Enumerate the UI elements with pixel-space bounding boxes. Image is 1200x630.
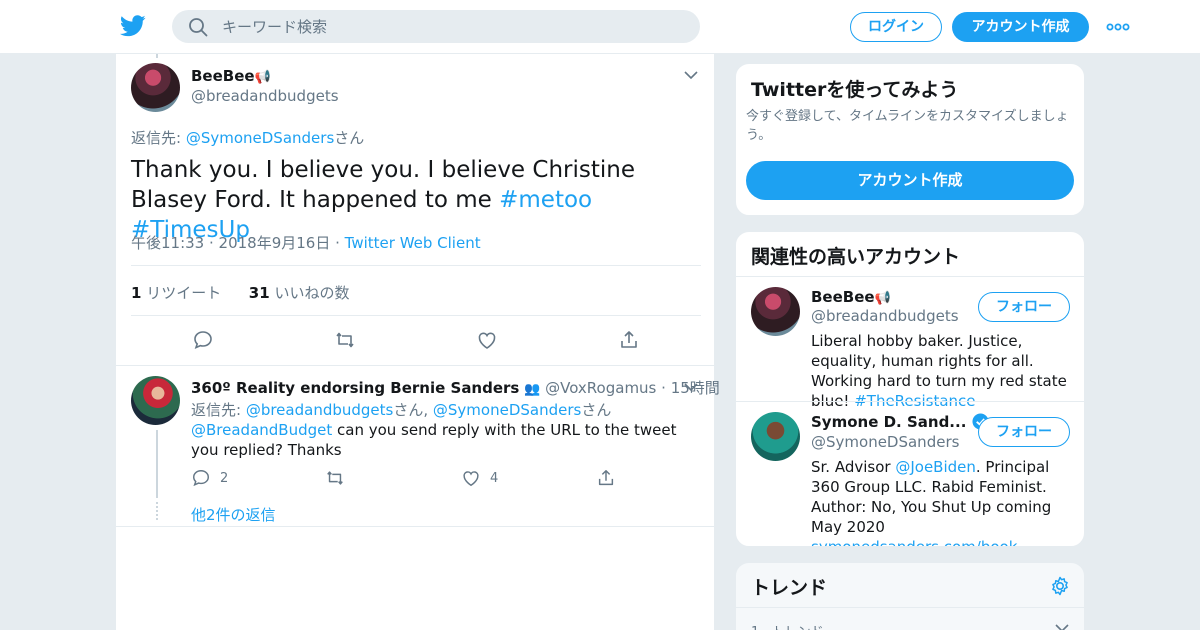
- reply-header: 360º Reality endorsing Bernie Sanders 👥 …: [191, 379, 720, 397]
- follow-button[interactable]: フォロー: [978, 417, 1070, 447]
- like-count[interactable]: 31: [249, 284, 270, 302]
- retweet-icon[interactable]: [334, 329, 356, 351]
- tweet-timestamp: 午後11:33 · 2018年9月16日 · Twitter Web Clien…: [131, 234, 481, 252]
- mention-link[interactable]: @BreadandBudget: [191, 421, 332, 439]
- chevron-down-icon[interactable]: [1055, 623, 1069, 630]
- trends-card: トレンド 1 · トレンド: [735, 562, 1085, 630]
- top-bar: ログイン アカウント作成: [0, 0, 1200, 54]
- retweet-label[interactable]: リツイート: [146, 284, 221, 302]
- megaphone-icon: 📢: [874, 291, 891, 306]
- avatar[interactable]: [751, 412, 800, 461]
- reply-to-line: 返信先: @breadandbudgetsさん, @SymoneDSanders…: [191, 401, 612, 419]
- search-icon: [189, 18, 208, 37]
- tweet-stats: 1 リツイート 31 いいねの数: [131, 282, 349, 303]
- reply-text: @BreadandBudget can you send reply with …: [191, 421, 677, 459]
- reply-icon[interactable]: [191, 468, 211, 488]
- divider: [736, 276, 1084, 277]
- divider: [131, 315, 701, 316]
- people-icon: 👥: [524, 382, 541, 397]
- signup-card-button[interactable]: アカウント作成: [746, 161, 1074, 200]
- reply-icon[interactable]: [192, 329, 214, 351]
- related-accounts-card: 関連性の高いアカウント BeeBee📢 @breadandbudgets フォロ…: [735, 231, 1085, 547]
- like-count[interactable]: 4: [490, 471, 498, 486]
- avatar[interactable]: [131, 376, 180, 425]
- share-icon[interactable]: [618, 329, 640, 351]
- chevron-down-icon[interactable]: [684, 70, 698, 80]
- like-icon[interactable]: [476, 329, 498, 351]
- share-icon[interactable]: [596, 468, 616, 488]
- reply-to-mention[interactable]: @breadandbudgets: [246, 401, 394, 419]
- more-replies-link[interactable]: 他2件の返信: [191, 504, 276, 525]
- twitter-logo-icon[interactable]: [120, 14, 146, 38]
- client-link[interactable]: Twitter Web Client: [345, 234, 481, 252]
- retweet-icon[interactable]: [325, 468, 345, 488]
- divider: [131, 265, 701, 266]
- search-input[interactable]: [222, 10, 682, 43]
- account-name[interactable]: BeeBee📢: [811, 288, 891, 306]
- thread-dots: [156, 502, 158, 520]
- signup-card: Twitterを使ってみよう 今すぐ登録して、タイムラインをカスタマイズしましょ…: [735, 63, 1085, 216]
- reply-tweet[interactable]: 360º Reality endorsing Bernie Sanders 👥 …: [116, 365, 720, 527]
- like-label[interactable]: いいねの数: [274, 284, 349, 302]
- reply-to-mention[interactable]: @SymoneDSanders: [186, 129, 334, 147]
- signup-card-title: Twitterを使ってみよう: [751, 79, 959, 101]
- thread-line: [156, 54, 158, 58]
- like-icon[interactable]: [461, 468, 481, 488]
- divider: [736, 607, 1084, 608]
- reply-count[interactable]: 2: [220, 471, 228, 486]
- search-box[interactable]: [172, 10, 700, 43]
- hashtag-link[interactable]: #metoo: [499, 187, 592, 213]
- megaphone-icon: 📢: [254, 70, 271, 85]
- reply-to-mention[interactable]: @SymoneDSanders: [433, 401, 581, 419]
- bio-website-link[interactable]: symonedsanders.com/book: [811, 538, 1017, 546]
- thread-line: [156, 430, 158, 498]
- chevron-down-icon[interactable]: [684, 382, 698, 392]
- retweet-count[interactable]: 1: [131, 284, 141, 302]
- trends-title: トレンド: [751, 577, 828, 599]
- account-bio: Sr. Advisor @JoeBiden. Principal 360 Gro…: [811, 457, 1076, 546]
- avatar[interactable]: [751, 287, 800, 336]
- account-handle[interactable]: @breadandbudgets: [811, 307, 959, 325]
- account-handle[interactable]: @SymoneDSanders: [811, 433, 959, 451]
- avatar[interactable]: [131, 63, 180, 112]
- account-bio: Liberal hobby baker. Justice, equality, …: [811, 332, 1067, 410]
- tweet-author-handle[interactable]: @breadandbudgets: [191, 87, 339, 105]
- main-timeline: BeeBee📢 @breadandbudgets 返信先: @SymoneDSa…: [115, 54, 720, 630]
- tweet-author-name[interactable]: BeeBee📢: [191, 67, 271, 85]
- account-name[interactable]: Symone D. Sand...: [811, 413, 989, 431]
- reply-author-handle[interactable]: @VoxRogamus: [545, 379, 656, 397]
- mention-link[interactable]: @JoeBiden: [895, 458, 976, 476]
- more-options-icon[interactable]: [1106, 20, 1130, 34]
- reply-author-name[interactable]: 360º Reality endorsing Bernie Sanders: [191, 379, 519, 397]
- related-accounts-title: 関連性の高いアカウント: [751, 246, 961, 268]
- trend-item[interactable]: 1 · トレンド: [751, 621, 824, 630]
- signup-card-description: 今すぐ登録して、タイムラインをカスタマイズしましょう。: [746, 109, 1069, 143]
- signup-button[interactable]: アカウント作成: [952, 12, 1089, 42]
- login-button[interactable]: ログイン: [850, 12, 942, 42]
- follow-button[interactable]: フォロー: [978, 292, 1070, 322]
- divider: [736, 401, 1084, 402]
- reply-to-line: 返信先: @SymoneDSandersさん: [131, 129, 365, 147]
- gear-icon[interactable]: [1049, 575, 1071, 597]
